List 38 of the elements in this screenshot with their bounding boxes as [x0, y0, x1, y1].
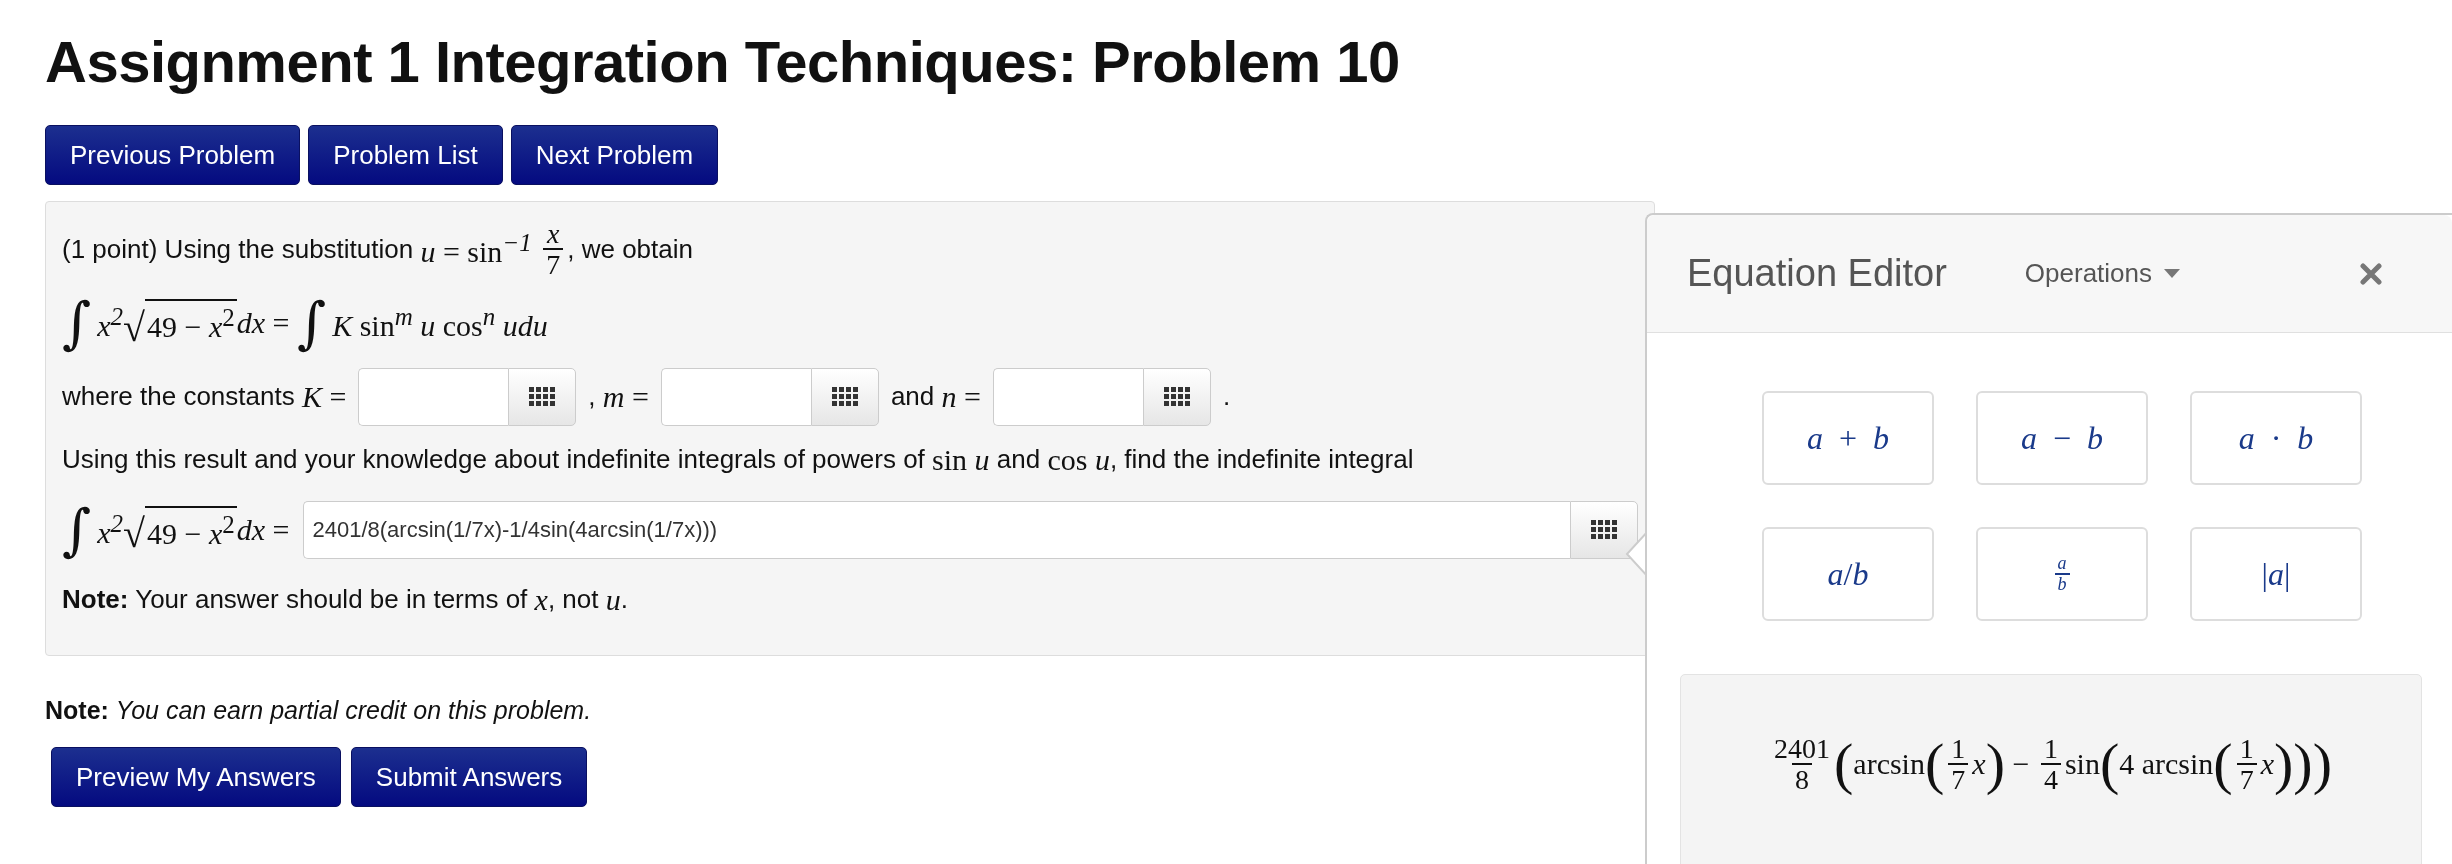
- equation-editor-button[interactable]: [810, 367, 879, 426]
- submit-button[interactable]: Preview My Answers: [51, 747, 341, 807]
- math-formula: ∫x$^{2}$√49 − x$^{2}$dx =∫K sin$^{m}$ u cos$^{n}$ udu: [62, 289, 548, 358]
- editor-title: Equation Editor: [1687, 252, 1947, 295]
- equation-editor-button[interactable]: [1570, 500, 1638, 559]
- operation-button[interactable]: a − b: [1976, 391, 2148, 485]
- grid-icon: [831, 386, 858, 407]
- problem-text: Note: Your answer should be in terms of x, not u.: [62, 581, 628, 618]
- answer-field[interactable]: [992, 367, 1143, 426]
- caret-icon: [2164, 269, 2181, 278]
- nav-button[interactable]: Previous Problem: [45, 125, 301, 185]
- operation-button[interactable]: a + b: [1762, 391, 1934, 485]
- answer-field[interactable]: [660, 367, 811, 426]
- problem-text: and n =: [890, 378, 981, 415]
- equation-editor-button[interactable]: [1142, 367, 1211, 426]
- answer-field[interactable]: 2401/8(arcsin(1/7x)-1/4sin(4arcsin(1/7x))): [303, 500, 1570, 559]
- problem-text: Using this result and your knowledge about indefinite integrals of powers of sin u and cos u, find the indefinite integral: [62, 441, 1414, 478]
- operation-button[interactable]: a · b: [2190, 391, 2362, 485]
- operations-dropdown[interactable]: Operations: [2024, 258, 2181, 289]
- problem-text: where the constants K =: [62, 378, 347, 415]
- problem-text: .: [1222, 380, 1231, 414]
- equation-editor-button[interactable]: [508, 367, 577, 426]
- close-button[interactable]: [2360, 262, 2382, 285]
- operation-button[interactable]: a b: [1976, 527, 2148, 621]
- grid-icon: [1591, 519, 1617, 540]
- operation-button[interactable]: |a|: [2190, 527, 2362, 621]
- nav-button[interactable]: Problem List: [308, 125, 503, 185]
- grid-icon: [1163, 386, 1190, 407]
- note-text: Note: You can earn partial credit on this problem.: [45, 696, 593, 725]
- close-icon: [2360, 262, 2382, 285]
- math-formula: ∫x$^{2}$√49 − x$^{2}$dx =: [62, 495, 290, 564]
- operation-button[interactable]: a/b: [1762, 527, 1934, 621]
- nav-button[interactable]: Next Problem: [510, 125, 719, 185]
- submit-button[interactable]: Submit Answers: [350, 747, 588, 807]
- problem-text: , m =: [588, 378, 649, 415]
- answer-field[interactable]: [358, 367, 509, 426]
- grid-icon: [529, 386, 556, 407]
- page-title: Assignment 1 Integration Techniques: Problem 10: [45, 28, 1401, 95]
